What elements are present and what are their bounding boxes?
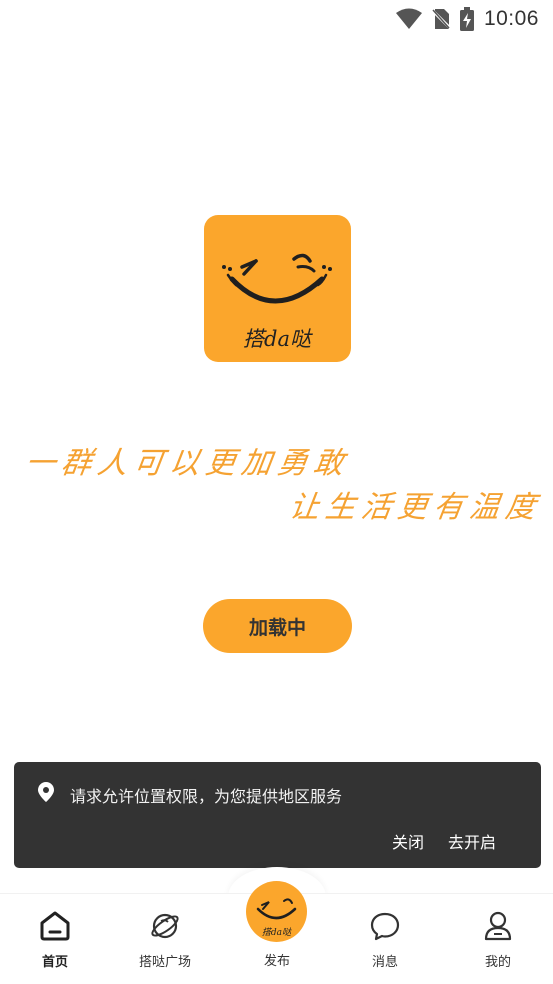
wifi-icon bbox=[395, 8, 422, 30]
tab-home-label: 首页 bbox=[41, 955, 68, 970]
chat-bubble-icon bbox=[369, 910, 401, 942]
smiley-publish-icon: 搭da哒 bbox=[256, 898, 297, 938]
publish-label: 发布 bbox=[263, 954, 290, 969]
tab-square-label: 搭哒广场 bbox=[138, 955, 191, 970]
permission-message: 请求允许位置权限，为您提供地区服务 bbox=[70, 787, 343, 806]
tab-home[interactable]: 首页 bbox=[0, 894, 110, 984]
loading-button[interactable]: 加载中 bbox=[203, 599, 352, 653]
tab-square[interactable]: 搭哒广场 bbox=[110, 894, 220, 984]
location-pin-icon bbox=[38, 782, 54, 806]
no-sim-icon bbox=[431, 8, 450, 30]
home-icon bbox=[39, 910, 71, 942]
enable-location-button[interactable]: 去开启 bbox=[448, 829, 496, 853]
svg-text:搭da哒: 搭da哒 bbox=[262, 927, 292, 938]
status-time: 10:06 bbox=[483, 7, 539, 30]
close-button[interactable]: 关闭 bbox=[392, 829, 424, 853]
svg-text:搭da哒: 搭da哒 bbox=[243, 327, 313, 351]
location-permission-snackbar: 请求允许位置权限，为您提供地区服务 关闭 去开启 bbox=[14, 762, 541, 868]
tab-mine[interactable]: 我的 bbox=[443, 894, 553, 984]
person-icon bbox=[482, 910, 514, 942]
publish-button[interactable]: 搭da哒 bbox=[246, 881, 307, 942]
app-logo: 搭da哒 bbox=[204, 215, 351, 362]
battery-charging-icon bbox=[459, 7, 474, 31]
planet-icon bbox=[149, 910, 181, 942]
tab-mine-label: 我的 bbox=[484, 955, 511, 970]
tab-messages[interactable]: 消息 bbox=[330, 894, 440, 984]
tab-messages-label: 消息 bbox=[371, 955, 398, 970]
status-bar: 10:06 bbox=[0, 0, 553, 38]
slogan-line-2: 让生活更有温度 bbox=[287, 490, 544, 525]
slogan-line-1: 一群人可以更加勇敢 bbox=[23, 446, 352, 481]
smiley-logo-icon: 搭da哒 bbox=[222, 253, 332, 351]
